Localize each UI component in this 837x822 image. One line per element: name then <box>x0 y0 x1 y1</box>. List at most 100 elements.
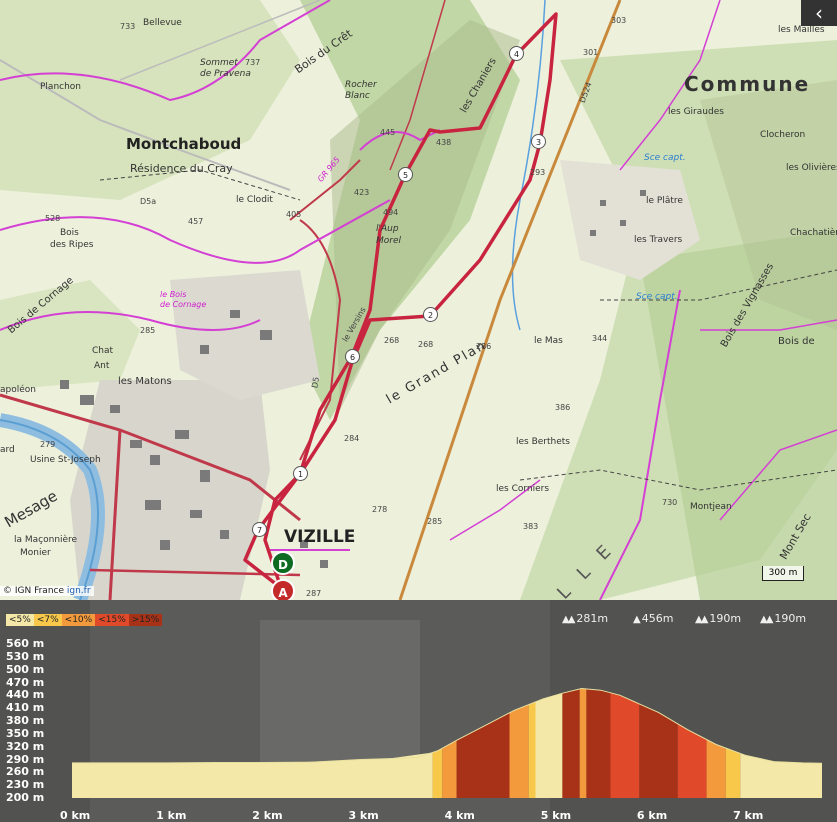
waypoint-6[interactable]: 6 <box>345 349 360 364</box>
label-blanc: Blanc <box>345 91 370 101</box>
x-tick-label: 5 km <box>540 809 572 822</box>
slope-band-2 <box>442 740 457 798</box>
label-montchaboud: Montchaboud <box>126 135 242 153</box>
label-commune: Commune <box>684 72 811 96</box>
label-des-ripes: des Ripes <box>50 240 94 250</box>
waypoint-3[interactable]: 3 <box>531 134 546 149</box>
label-l-aup: l'Aup <box>376 224 399 234</box>
label-napoleon: apoléon <box>0 385 36 395</box>
y-tick-label: 200 m <box>6 791 45 804</box>
label-le-platre: le Plâtre <box>646 196 683 206</box>
label-residence: Résidence du Cray <box>130 162 233 175</box>
elev-286: 286 <box>476 342 492 351</box>
scale-bar: 300 m <box>762 566 804 581</box>
label-rocher: Rocher <box>345 80 377 90</box>
x-tick-label: 6 km <box>636 809 668 822</box>
label-ant: Ant <box>94 361 110 371</box>
y-tick-label: 380 m <box>6 714 45 727</box>
elev-733: 733 <box>120 22 136 31</box>
summary-value: 190m <box>774 612 807 625</box>
y-tick-label: 350 m <box>6 726 45 740</box>
label-d5: D5 <box>310 376 322 389</box>
label-le-bois: le Bois <box>160 290 187 299</box>
label-monier: Monier <box>20 548 51 558</box>
summary-value: 456m <box>641 612 674 625</box>
label-chachatiere: Chachatière <box>790 228 837 238</box>
elev-287: 287 <box>306 589 322 598</box>
ascent-min-icon: ▲▲ <box>562 614 575 625</box>
waypoint-2[interactable]: 2 <box>423 307 438 322</box>
total-descent-icon: ▲▲ <box>760 614 773 625</box>
x-tick-label: 7 km <box>733 809 764 822</box>
ascent-max-icon: ▲ <box>633 614 641 625</box>
elev-301: 301 <box>583 48 599 57</box>
y-tick-label: 230 m <box>6 778 45 792</box>
label-les-travers: les Travers <box>634 235 683 245</box>
elev-438: 438 <box>436 138 452 147</box>
slope-band-5 <box>528 701 536 798</box>
y-tick-label: 440 m <box>6 688 45 702</box>
label-sommet: Sommet <box>200 58 238 68</box>
label-les-olivieres: les Olivières <box>786 163 837 173</box>
elev-494: 494 <box>383 208 399 217</box>
slope-band-7 <box>562 689 580 798</box>
slope-band-1 <box>432 748 443 798</box>
y-tick-label: 410 m <box>6 701 45 715</box>
slope-band-10 <box>610 692 640 798</box>
elev-528: 528 <box>45 214 61 223</box>
y-tick-label: 290 m <box>6 752 45 766</box>
summary-min-alt: ▲▲ 281m <box>562 612 608 625</box>
summary-descent: ▲▲ 190m <box>760 612 806 625</box>
elev-737: 737 <box>245 58 261 67</box>
credit-link[interactable]: ign.fr <box>67 586 91 596</box>
label-sce-capt: Sce capt. <box>644 153 686 163</box>
start-marker[interactable]: D <box>271 551 295 575</box>
map-credit: © IGN France ign.fr <box>0 586 94 596</box>
summary-max-alt: ▲ 456m <box>633 612 673 625</box>
legend-gt15: >15% <box>128 614 163 626</box>
label-maconniere: la Maçonnière <box>14 535 78 545</box>
summary-value: 190m <box>709 612 742 625</box>
y-tick-label: 320 m <box>6 739 45 753</box>
label-ard: ard <box>0 445 15 455</box>
elevation-profile[interactable] <box>0 600 837 822</box>
collapse-panel-button[interactable]: ‹ <box>801 0 837 26</box>
elev-423: 423 <box>354 188 370 197</box>
label-de-cornage: de Cornage <box>160 300 207 309</box>
elev-445: 445 <box>380 128 396 137</box>
label-bellevue: Bellevue <box>143 18 182 28</box>
label-d5a: D5a <box>140 197 157 206</box>
elev-383: 383 <box>523 522 539 531</box>
slope-legend: <5% <7% <10% <15% >15% <box>6 614 163 626</box>
x-tick-label: 4 km <box>444 809 475 822</box>
total-ascent-icon: ▲▲ <box>695 614 708 625</box>
elev-284: 284 <box>344 434 360 443</box>
waypoint-4[interactable]: 4 <box>509 46 524 61</box>
waypoint-1[interactable]: 1 <box>293 466 308 481</box>
y-tick-label: 500 m <box>6 662 45 676</box>
waypoint-5[interactable]: 5 <box>398 167 413 182</box>
label-les-matons: les Matons <box>118 376 172 387</box>
elev-405: 405 <box>286 210 302 219</box>
x-tick-label: 2 km <box>252 809 283 822</box>
elev-279: 279 <box>40 440 56 449</box>
x-tick-label: 3 km <box>348 809 379 822</box>
label-morel: Morel <box>376 236 402 246</box>
elev-268: 268 <box>384 336 400 345</box>
label-le-clodit: le Clodit <box>236 195 273 205</box>
legend-lt7: <7% <box>33 614 62 626</box>
waypoint-7[interactable]: 7 <box>252 522 267 537</box>
label-les-mailles: les Mailles <box>778 25 825 35</box>
slope-band-6 <box>535 693 563 798</box>
x-tick-label: 1 km <box>156 809 187 822</box>
credit-text: © IGN France <box>3 586 65 596</box>
label-planchon: Planchon <box>40 82 82 92</box>
label-vizille: VIZILLE <box>284 527 356 547</box>
label-usine: Usine St-Joseph <box>30 455 101 465</box>
topo-map[interactable]: Montchaboud Résidence du Cray Commune VI… <box>0 0 837 600</box>
end-marker[interactable]: A <box>271 579 295 600</box>
label-sce-capt-2: Sce capt. <box>636 292 678 302</box>
elev-285b: 285 <box>427 517 443 526</box>
slope-band-14 <box>725 748 741 798</box>
slope-band-9 <box>586 688 611 798</box>
